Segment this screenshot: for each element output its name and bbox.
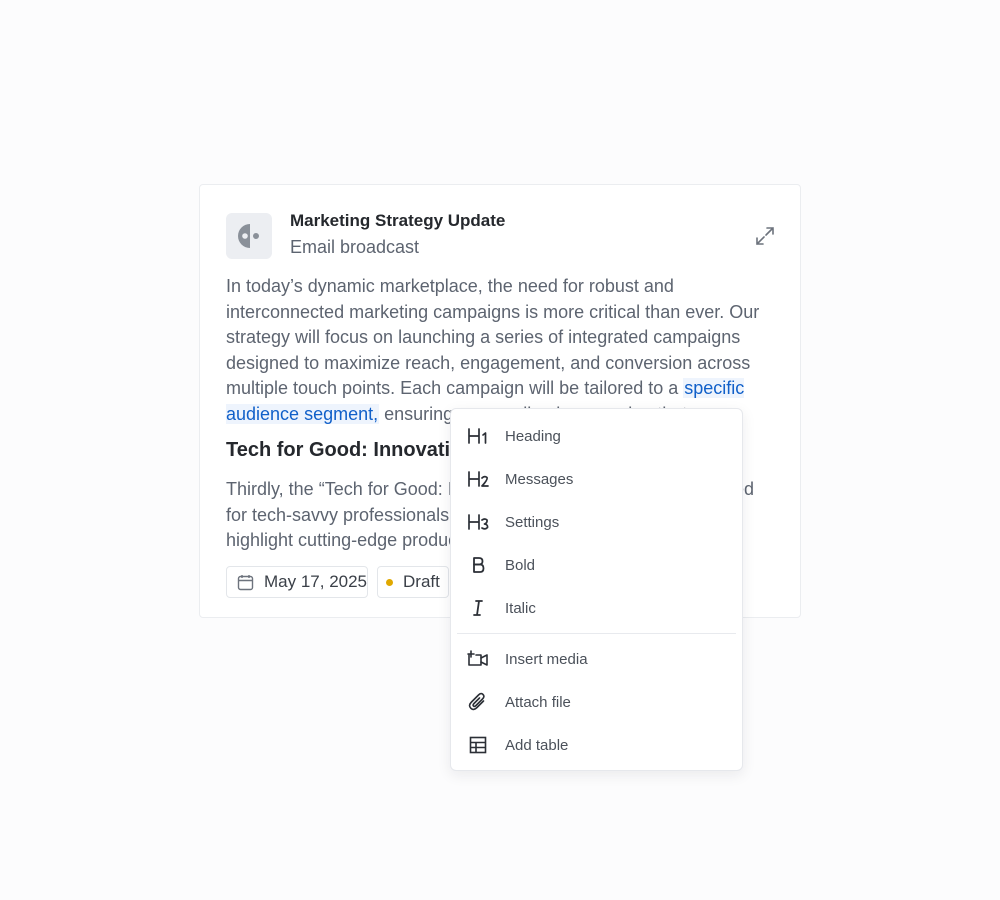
menu-item-settings[interactable]: Settings <box>457 503 736 541</box>
menu-item-label: Messages <box>505 470 574 488</box>
status-dot <box>386 578 393 586</box>
document-paragraph-1: In today’s dynamic marketplace, the need… <box>226 274 778 427</box>
menu-item-label: Heading <box>505 427 561 445</box>
menu-item-label: Bold <box>505 556 536 574</box>
menu-item-label: Settings <box>505 513 560 531</box>
paragraph-text: In today’s dynamic marketplace, the need… <box>226 276 760 398</box>
menu-item-heading[interactable]: Heading <box>457 417 736 455</box>
paragraph-2-line-1: Thirdly, the “Tech for Good: In <box>226 479 463 499</box>
menu-item-label: Insert media <box>505 650 588 668</box>
h3-icon <box>465 509 491 535</box>
menu-divider <box>457 633 736 634</box>
status-label: Draft <box>403 572 440 591</box>
format-menu: Heading Messages Settings Bold Italic In… <box>450 408 743 771</box>
calendar-icon <box>237 574 254 590</box>
bold-icon <box>465 552 491 578</box>
document-title: Marketing Strategy Update <box>290 211 506 230</box>
menu-item-messages[interactable]: Messages <box>457 460 736 498</box>
h1-icon <box>465 423 491 449</box>
menu-item-label: Attach file <box>505 693 571 711</box>
menu-item-bold[interactable]: Bold <box>457 546 736 584</box>
paragraph-2-line-3: highlight cutting-edge product <box>226 530 463 550</box>
page: Marketing Strategy Update Email broadcas… <box>0 0 1000 900</box>
video-icon <box>465 646 491 672</box>
menu-item-italic[interactable]: Italic <box>457 589 736 627</box>
broadcast-logo-icon <box>238 224 259 248</box>
menu-item-add-table[interactable]: Add table <box>457 726 736 764</box>
italic-icon <box>465 595 491 621</box>
app-logo <box>226 213 272 259</box>
paperclip-icon <box>465 689 491 715</box>
h2-icon <box>465 466 491 492</box>
menu-item-insert-media[interactable]: Insert media <box>457 640 736 678</box>
document-type: Email broadcast <box>290 237 420 257</box>
menu-item-attach-file[interactable]: Attach file <box>457 683 736 721</box>
status-chip[interactable]: Draft <box>377 566 449 598</box>
table-icon <box>465 732 491 758</box>
paragraph-2-line-2: for tech-savvy professionals a <box>226 504 465 525</box>
date-chip[interactable]: May 17, 2025 <box>226 566 368 598</box>
menu-item-label: Italic <box>505 599 536 617</box>
menu-item-label: Add table <box>505 736 569 754</box>
date-label: May 17, 2025 <box>264 572 368 591</box>
expand-icon[interactable] <box>754 225 776 247</box>
